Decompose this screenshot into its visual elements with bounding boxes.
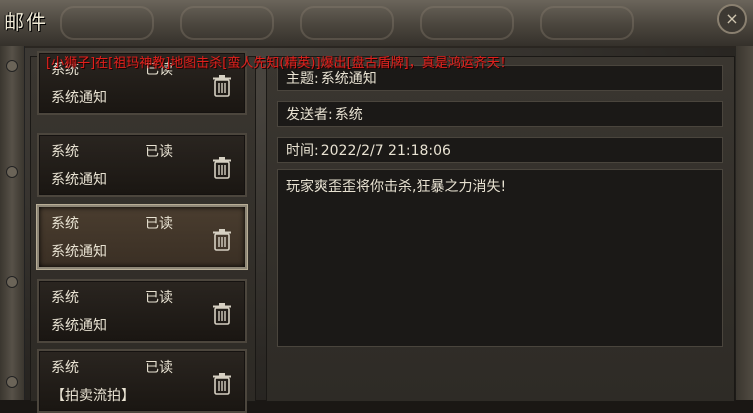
rivet bbox=[6, 166, 18, 178]
ornament bbox=[540, 6, 634, 40]
sender-value: 系统 bbox=[334, 107, 363, 123]
system-broadcast: [小狮子]在[祖玛神教]地图击杀[蛮人先知(精英)]爆出[盘古盾牌]，真是鸿运齐… bbox=[46, 56, 513, 71]
rivet bbox=[6, 376, 18, 388]
trash-icon[interactable] bbox=[213, 75, 231, 97]
mail-sender: 系统 bbox=[51, 216, 79, 232]
mail-sender: 系统 bbox=[51, 290, 79, 306]
mail-status: 已读 bbox=[145, 290, 173, 306]
ornament bbox=[180, 6, 274, 40]
time-field: 时间: 2022/2/7 21:18:06 bbox=[277, 137, 723, 163]
rivet bbox=[6, 276, 18, 288]
mail-item-selected[interactable]: 系统 已读 系统通知 bbox=[37, 205, 247, 269]
mail-sender: 系统 bbox=[51, 360, 79, 376]
trash-icon[interactable] bbox=[213, 303, 231, 325]
mail-status: 已读 bbox=[145, 360, 173, 376]
trash-icon[interactable] bbox=[213, 157, 231, 179]
right-frame-rail bbox=[736, 46, 753, 400]
title-bar: 邮件 × bbox=[0, 0, 753, 48]
mail-subject: 系统通知 bbox=[51, 318, 107, 334]
subject-value: 系统通知 bbox=[320, 71, 377, 87]
rivet bbox=[6, 60, 18, 72]
mail-subject: 系统通知 bbox=[51, 90, 107, 106]
mail-detail-panel: 主题: 系统通知 发送者: 系统 时间: 2022/2/7 21:18:06 玩家爽歪… bbox=[266, 56, 735, 402]
sender-field: 发送者: 系统 bbox=[277, 101, 723, 127]
mail-sender: 系统 bbox=[51, 144, 79, 160]
mail-list[interactable]: 系统 已读 系统通知 系统 已读 系统通知 系统 已读 系统通知 系统 已读 系… bbox=[30, 51, 256, 413]
mail-window: 邮件 × 系统 已读 系统通知 系统 已读 系统通知 系统 已读 系统通知 系统… bbox=[0, 0, 753, 413]
time-label: 时间: bbox=[286, 143, 319, 159]
mail-item[interactable]: 系统 已读 系统通知 bbox=[37, 279, 247, 343]
mail-status: 已读 bbox=[145, 144, 173, 160]
left-frame-rail bbox=[0, 46, 25, 400]
mail-subject: 【拍卖流拍】 bbox=[51, 388, 135, 404]
mail-item[interactable]: 系统 已读 【拍卖流拍】 bbox=[37, 349, 247, 413]
mail-status: 已读 bbox=[145, 216, 173, 232]
window-title: 邮件 bbox=[4, 10, 48, 34]
mail-body: 玩家爽歪歪将你击杀,狂暴之力消失! bbox=[277, 169, 723, 347]
mail-body-text: 玩家爽歪歪将你击杀,狂暴之力消失! bbox=[286, 179, 507, 195]
close-button[interactable]: × bbox=[717, 4, 747, 34]
trash-icon[interactable] bbox=[213, 229, 231, 251]
mail-subject: 系统通知 bbox=[51, 172, 107, 188]
sender-label: 发送者: bbox=[286, 107, 333, 123]
mail-item[interactable]: 系统 已读 系统通知 bbox=[37, 133, 247, 197]
ornament bbox=[420, 6, 514, 40]
ornament bbox=[300, 6, 394, 40]
subject-label: 主题: bbox=[286, 71, 319, 87]
ornament bbox=[60, 6, 154, 40]
trash-icon[interactable] bbox=[213, 373, 231, 395]
time-value: 2022/2/7 21:18:06 bbox=[320, 143, 451, 159]
mail-subject: 系统通知 bbox=[51, 244, 107, 260]
